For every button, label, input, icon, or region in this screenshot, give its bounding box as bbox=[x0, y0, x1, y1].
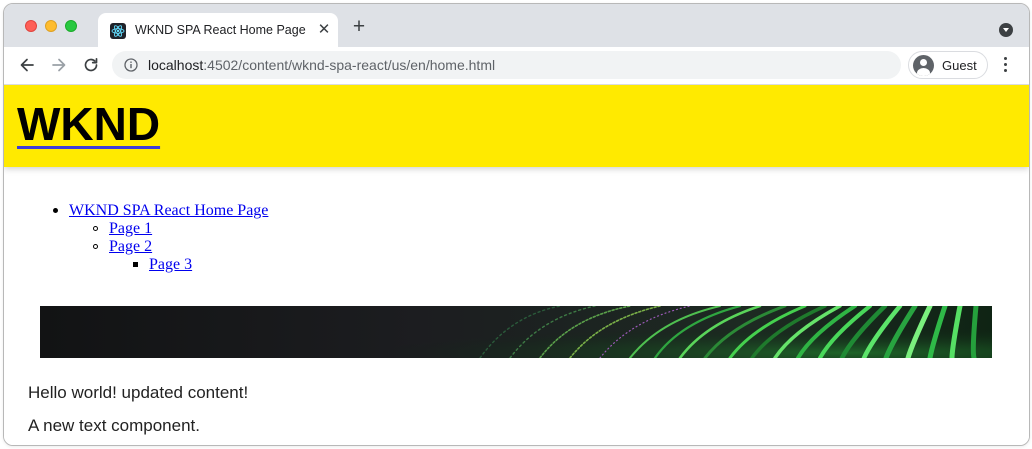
tab-title: WKND SPA React Home Page bbox=[135, 23, 306, 37]
close-tab-icon[interactable]: ✕ bbox=[316, 22, 332, 38]
back-arrow-icon[interactable] bbox=[17, 55, 37, 75]
page-viewport: WKND WKND SPA React Home Page Page 1 Pag… bbox=[4, 85, 1029, 445]
nav-link-page-2[interactable]: Page 2 bbox=[109, 238, 152, 256]
list-bullet bbox=[53, 208, 58, 213]
profile-button[interactable]: Guest bbox=[908, 51, 988, 79]
maximize-window-button[interactable] bbox=[65, 20, 77, 32]
new-tab-icon[interactable]: + bbox=[349, 16, 369, 38]
site-header: WKND bbox=[4, 85, 1029, 167]
react-icon bbox=[110, 23, 126, 39]
forward-arrow-icon[interactable] bbox=[49, 55, 69, 75]
url-text[interactable]: localhost:4502/content/wknd-spa-react/us… bbox=[148, 57, 495, 73]
reload-icon[interactable] bbox=[81, 55, 101, 75]
address-bar[interactable]: localhost:4502/content/wknd-spa-react/us… bbox=[112, 51, 901, 79]
profile-label: Guest bbox=[942, 58, 977, 73]
list-bullet bbox=[133, 262, 138, 267]
nav-link-home[interactable]: WKND SPA React Home Page bbox=[69, 202, 268, 220]
browser-window: WKND SPA React Home Page ✕ + localhost:4… bbox=[3, 3, 1030, 446]
active-tab[interactable]: WKND SPA React Home Page ✕ bbox=[98, 13, 338, 47]
info-icon[interactable] bbox=[124, 58, 138, 72]
list-bullet bbox=[93, 226, 98, 231]
site-logo-link[interactable]: WKND bbox=[17, 97, 160, 151]
tab-search-icon[interactable] bbox=[999, 23, 1013, 37]
browser-toolbar: localhost:4502/content/wknd-spa-react/us… bbox=[4, 47, 1029, 85]
text-component: A new text component. bbox=[28, 416, 200, 435]
close-window-button[interactable] bbox=[25, 20, 37, 32]
tab-strip: WKND SPA React Home Page ✕ + bbox=[4, 4, 1029, 47]
nav-link-page-3[interactable]: Page 3 bbox=[149, 256, 192, 274]
banner-image bbox=[40, 306, 992, 358]
url-host: localhost bbox=[148, 57, 204, 73]
text-component: Hello world! updated content! bbox=[28, 383, 249, 402]
list-bullet bbox=[93, 244, 98, 249]
menu-dots-icon[interactable] bbox=[1004, 57, 1008, 75]
minimize-window-button[interactable] bbox=[45, 20, 57, 32]
nav-link-page-1[interactable]: Page 1 bbox=[109, 220, 152, 238]
avatar-icon bbox=[913, 55, 934, 76]
url-path: :4502/content/wknd-spa-react/us/en/home.… bbox=[203, 57, 496, 73]
